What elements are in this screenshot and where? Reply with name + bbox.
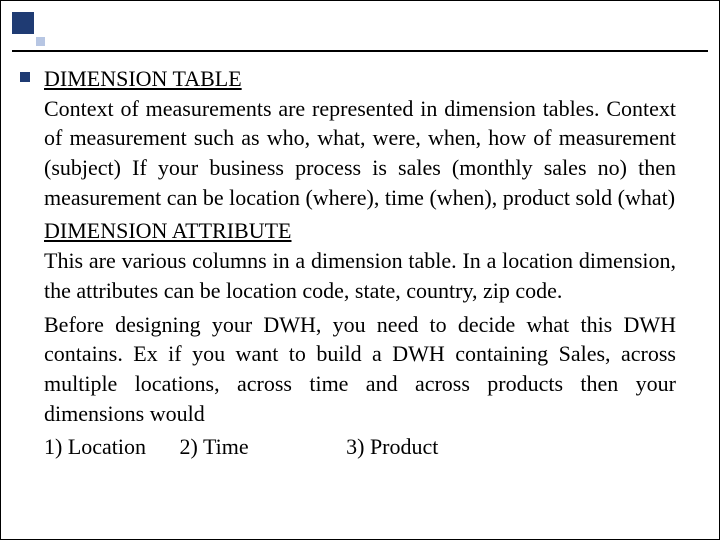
decoration-square-large [12, 12, 34, 34]
horizontal-rule [12, 50, 708, 52]
heading-dimension-attribute: DIMENSION ATTRIBUTE [44, 216, 676, 246]
paragraph-dimension-table: Context of measurements are represented … [44, 94, 676, 213]
corner-decoration [12, 12, 48, 48]
dimensions-list: 1) Location 2) Time 3) Product [44, 432, 676, 462]
dimension-item-3: 3) Product [346, 432, 438, 462]
bullet-icon [20, 72, 30, 82]
slide-content: DIMENSION TABLE Context of measurements … [44, 64, 676, 462]
paragraph-design-note: Before designing your DWH, you need to d… [44, 310, 676, 429]
dimension-item-2: 2) Time [180, 432, 249, 462]
decoration-square-small [36, 37, 45, 46]
paragraph-dimension-attribute: This are various columns in a dimension … [44, 246, 676, 305]
dimension-item-1: 1) Location [44, 432, 146, 462]
heading-dimension-table: DIMENSION TABLE [44, 64, 676, 94]
